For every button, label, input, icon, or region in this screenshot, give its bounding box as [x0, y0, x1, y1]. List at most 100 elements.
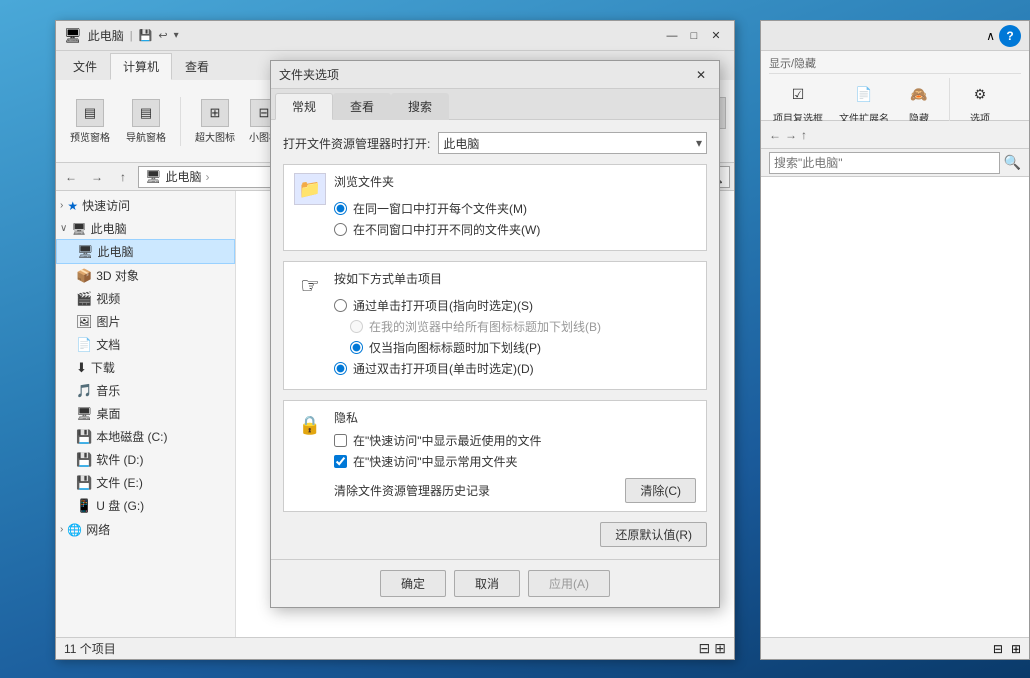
click-radio-group: 通过单击打开项目(指向时选定)(S) 在我的浏览器中给所有图标标题加下划线(B)…	[334, 293, 696, 381]
clear-history-row: 清除文件资源管理器历史记录 清除(C)	[334, 478, 696, 503]
right-nav: ← → ↑	[761, 121, 1029, 149]
click-radio-single[interactable]: 通过单击打开项目(指向时选定)(S)	[334, 297, 696, 314]
ribbon-btn-nav-pane[interactable]: ▤ 导航窗格	[120, 97, 172, 146]
right-list-view[interactable]: ⊟	[993, 642, 1003, 656]
browse-radio-same-input[interactable]	[334, 202, 347, 215]
view-toggle: ⊟ ⊞	[699, 640, 726, 657]
sidebar-item-this-pc[interactable]: 🖥 此电脑	[56, 239, 235, 264]
dialog-body: 打开文件资源管理器时打开: 此电脑 ▾ 📁 浏览文件夹 在同一窗口中打开	[271, 120, 719, 559]
open-in-dropdown-icon: ▾	[696, 136, 702, 150]
ext-ribbon-icon: 📄	[850, 80, 878, 108]
privacy-section: 🔒 隐私 在"快速访问"中显示最近使用的文件 在"快速访问"中显示常用文件夹	[283, 400, 707, 512]
right-panel-collapse-icon[interactable]: ∧	[986, 29, 995, 43]
right-item-ext[interactable]: 📄 文件扩展名	[835, 78, 893, 127]
sidebar-this-pc-header[interactable]: ∨ 🖥 此电脑	[56, 218, 235, 239]
pictures-icon: 🖼	[76, 314, 93, 330]
open-in-value: 此电脑	[443, 135, 479, 152]
drive-c-label: 本地磁盘 (C:)	[96, 428, 167, 445]
click-radio-browser-underline[interactable]: 在我的浏览器中给所有图标标题加下划线(B)	[334, 318, 696, 335]
up-button[interactable]: ↑	[112, 166, 134, 188]
sidebar-item-3d[interactable]: 📦 3D 对象	[56, 264, 235, 287]
right-panel: ∧ ? 显示/隐藏 ☑ 项目复选框 📄 文件扩展名 🙈 隐藏	[760, 20, 1030, 660]
tab-file[interactable]: 文件	[60, 53, 110, 80]
sidebar-item-drive-c[interactable]: 💾 本地磁盘 (C:)	[56, 425, 235, 448]
browse-radio-diff-input[interactable]	[334, 223, 347, 236]
right-grid-view[interactable]: ⊞	[1011, 642, 1021, 656]
this-pc-item-label: 此电脑	[98, 243, 134, 260]
privacy-checkbox-recent[interactable]: 在"快速访问"中显示最近使用的文件	[334, 432, 696, 449]
forward-button[interactable]: →	[86, 166, 108, 188]
privacy-frequent-checkbox[interactable]	[334, 455, 347, 468]
quick-toolbar-dropdown[interactable]: ▾	[174, 30, 179, 41]
right-up-btn[interactable]: ↑	[801, 128, 807, 142]
sidebar-item-documents[interactable]: 📄 文档	[56, 333, 235, 356]
dialog-footer: 确定 取消 应用(A)	[271, 559, 719, 607]
privacy-section-content: 隐私 在"快速访问"中显示最近使用的文件 在"快速访问"中显示常用文件夹 清除文…	[334, 409, 696, 503]
right-item-checkbox[interactable]: ☑ 项目复选框	[769, 78, 827, 127]
sidebar-item-usb-g1[interactable]: 📱 U 盘 (G:)	[56, 494, 235, 517]
browse-radio-same-window[interactable]: 在同一窗口中打开每个文件夹(M)	[334, 200, 696, 217]
drive-d-label: 软件 (D:)	[96, 451, 143, 468]
click-browser-label: 在我的浏览器中给所有图标标题加下划线(B)	[369, 318, 601, 335]
click-radio-hover-underline[interactable]: 仅当指向图标标题时加下划线(P)	[334, 339, 696, 356]
click-hover-underline-input[interactable]	[350, 341, 363, 354]
drive-e-label: 文件 (E:)	[96, 474, 143, 491]
sidebar-quick-access-header[interactable]: › ★ 快速访问	[56, 195, 235, 216]
explorer-title-bar: 🖥 此电脑 | 💾 ↩ ▾ — □ ✕	[56, 21, 734, 51]
sidebar-item-music[interactable]: 🎵 音乐	[56, 379, 235, 402]
right-item-hidden[interactable]: 🙈 隐藏	[901, 78, 937, 127]
privacy-recent-label: 在"快速访问"中显示最近使用的文件	[353, 432, 542, 449]
quick-toolbar-undo[interactable]: ↩	[158, 29, 167, 42]
sidebar-item-downloads[interactable]: ⬇ 下载	[56, 356, 235, 379]
right-item-options[interactable]: ⚙ 选项	[962, 78, 998, 127]
sidebar-item-video[interactable]: 🎬 视频	[56, 287, 235, 310]
minimize-button[interactable]: —	[662, 26, 682, 46]
apply-button[interactable]: 应用(A)	[528, 570, 610, 597]
sidebar-item-pictures[interactable]: 🖼 图片	[56, 310, 235, 333]
right-forward-btn[interactable]: →	[785, 128, 797, 142]
maximize-button[interactable]: □	[684, 26, 704, 46]
help-button[interactable]: ?	[999, 25, 1021, 47]
tab-view[interactable]: 查看	[172, 53, 222, 80]
dialog-tab-search[interactable]: 搜索	[391, 93, 449, 120]
usb-g1-label: U 盘 (G:)	[96, 497, 144, 514]
sidebar-item-drive-d[interactable]: 💾 软件 (D:)	[56, 448, 235, 471]
click-browser-underline-input[interactable]	[350, 320, 363, 333]
downloads-label: 下载	[91, 359, 115, 376]
open-in-select[interactable]: 此电脑 ▾	[438, 132, 707, 154]
right-ribbon-items: ☑ 项目复选框 📄 文件扩展名 🙈 隐藏 ⚙ 选项	[769, 74, 1021, 127]
close-button[interactable]: ✕	[706, 26, 726, 46]
dialog-close-button[interactable]: ✕	[691, 65, 711, 85]
dialog-tab-view[interactable]: 查看	[333, 93, 391, 120]
sidebar-network-header[interactable]: › 🌐 网络	[56, 519, 235, 540]
ribbon-btn-large-icons[interactable]: ⊞ 超大图标	[189, 97, 241, 146]
grid-view-icon[interactable]: ⊞	[714, 640, 726, 657]
tab-computer[interactable]: 计算机	[110, 53, 172, 80]
sidebar-item-desktop[interactable]: 🖥 桌面	[56, 402, 235, 425]
ok-button[interactable]: 确定	[380, 570, 446, 597]
back-button[interactable]: ←	[60, 166, 82, 188]
open-in-label: 打开文件资源管理器时打开:	[283, 135, 430, 152]
item-count: 11 个项目	[64, 640, 116, 657]
cancel-button[interactable]: 取消	[454, 570, 520, 597]
video-icon: 🎬	[76, 291, 92, 307]
privacy-recent-checkbox[interactable]	[334, 434, 347, 447]
click-radio-double-input[interactable]	[334, 362, 347, 375]
click-radio-single-input[interactable]	[334, 299, 347, 312]
privacy-frequent-label: 在"快速访问"中显示常用文件夹	[353, 453, 518, 470]
click-hover-label: 仅当指向图标标题时加下划线(P)	[369, 339, 541, 356]
right-search-input[interactable]	[769, 152, 1000, 174]
dialog-tab-general[interactable]: 常规	[275, 93, 333, 120]
restore-defaults-button[interactable]: 还原默认值(R)	[600, 522, 707, 547]
quick-toolbar-save[interactable]: 💾	[139, 29, 153, 42]
privacy-checkbox-frequent[interactable]: 在"快速访问"中显示常用文件夹	[334, 453, 696, 470]
title-separator: |	[130, 30, 133, 42]
click-radio-double[interactable]: 通过双击打开项目(单击时选定)(D)	[334, 360, 696, 377]
right-back-btn[interactable]: ←	[769, 128, 781, 142]
clear-button[interactable]: 清除(C)	[625, 478, 696, 503]
sidebar-quick-access: › ★ 快速访问	[56, 195, 235, 216]
browse-radio-diff-window[interactable]: 在不同窗口中打开不同的文件夹(W)	[334, 221, 696, 238]
list-view-icon[interactable]: ⊟	[699, 640, 711, 657]
ribbon-btn-preview-pane[interactable]: ▤ 预览窗格	[64, 97, 116, 146]
sidebar-item-drive-e[interactable]: 💾 文件 (E:)	[56, 471, 235, 494]
